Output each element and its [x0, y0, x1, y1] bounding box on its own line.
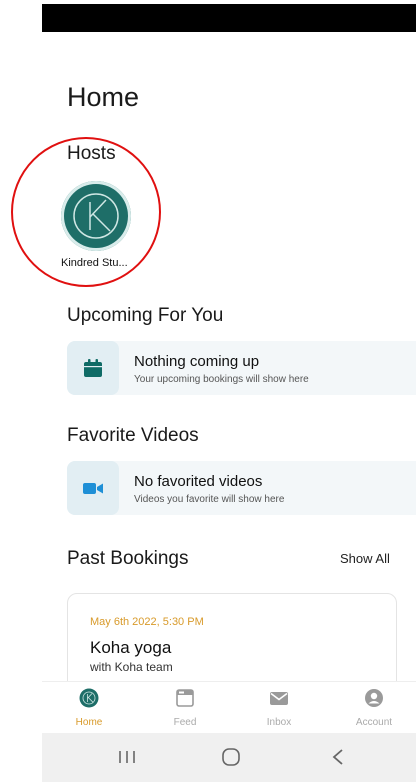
feed-icon [176, 689, 194, 707]
recent-apps-icon[interactable] [97, 741, 157, 773]
favorites-section-title: Favorite Videos [67, 425, 199, 446]
page-title: Home [67, 82, 140, 112]
upcoming-empty-subtitle: Your upcoming bookings will show here [134, 374, 309, 385]
favorites-empty-title: No favorited videos [134, 473, 263, 490]
upcoming-section-title: Upcoming For You [67, 305, 224, 326]
upcoming-icon-box [67, 341, 119, 395]
favorites-icon-box [67, 461, 119, 515]
tab-inbox-label: Inbox [266, 717, 292, 728]
left-margin [0, 0, 42, 782]
upcoming-empty-title: Nothing coming up [134, 353, 260, 370]
tab-home-label: Home [75, 717, 103, 728]
annotation-circle [11, 137, 161, 287]
past-bookings-section-title: Past Bookings [67, 548, 189, 569]
booking-host: with Koha team [90, 660, 173, 674]
booking-card[interactable]: May 6th 2022, 5:30 PM Koha yoga with Koh… [67, 593, 397, 695]
calendar-icon [84, 359, 102, 377]
video-camera-icon [83, 483, 103, 494]
tab-home[interactable]: Home [49, 682, 129, 734]
back-nav-icon[interactable] [308, 741, 368, 773]
booking-date: May 6th 2022, 5:30 PM [90, 616, 204, 628]
status-bar [42, 4, 416, 32]
bottom-tab-bar: Home Feed Inbox Account [42, 681, 416, 734]
upcoming-empty-card: Nothing coming up Your upcoming bookings… [67, 341, 416, 395]
booking-title: Koha yoga [90, 638, 172, 657]
mail-icon [270, 692, 288, 705]
home-nav-icon[interactable] [201, 741, 261, 773]
kindred-logo-icon [79, 688, 99, 708]
account-icon [365, 689, 383, 707]
android-nav-bar [42, 733, 416, 782]
show-all-link[interactable]: Show All [340, 551, 390, 566]
tab-feed[interactable]: Feed [145, 682, 225, 734]
tab-inbox[interactable]: Inbox [239, 682, 319, 734]
tab-feed-label: Feed [173, 717, 197, 728]
favorites-empty-subtitle: Videos you favorite will show here [134, 494, 285, 505]
tab-account-label: Account [355, 717, 393, 728]
favorites-empty-card: No favorited videos Videos you favorite … [67, 461, 416, 515]
tab-account[interactable]: Account [334, 682, 414, 734]
